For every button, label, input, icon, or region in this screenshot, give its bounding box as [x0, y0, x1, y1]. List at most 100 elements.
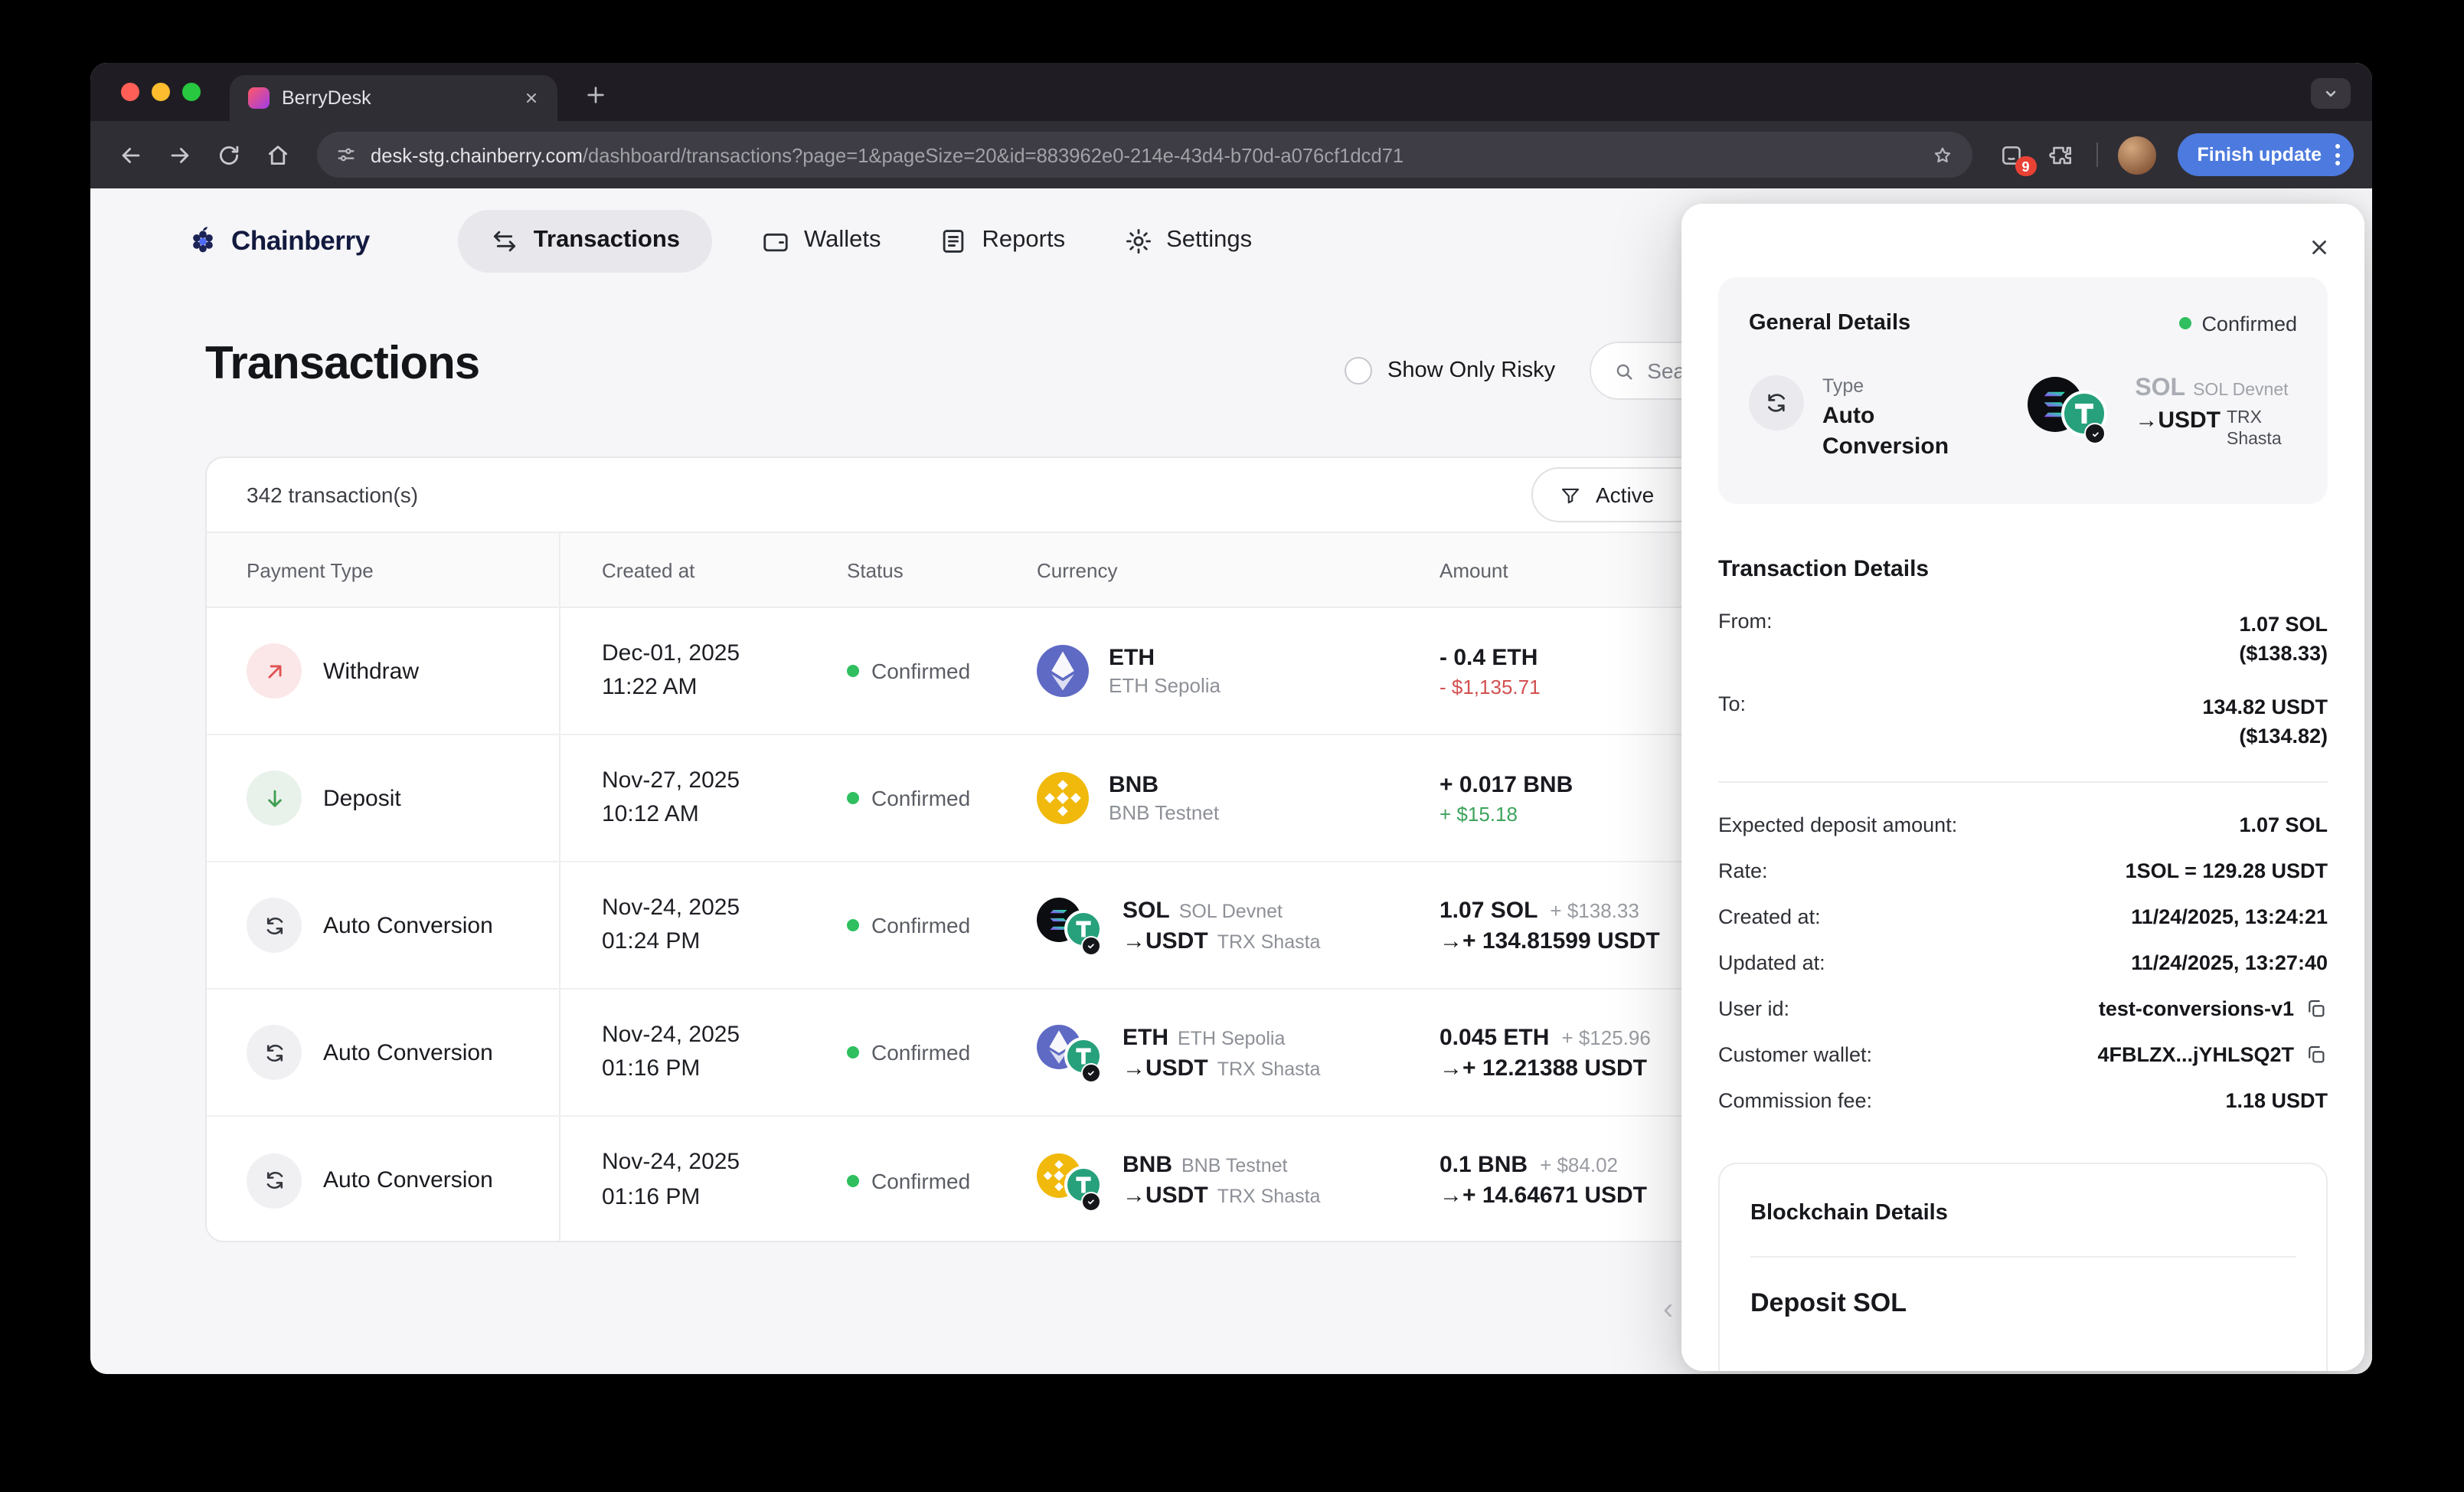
deposit-arrow-icon	[247, 771, 302, 826]
created-at-cell: Nov-24, 202501:16 PM	[560, 990, 806, 1115]
status-cell: Confirmed	[806, 862, 995, 988]
general-details-title: General Details	[1749, 311, 1910, 335]
copy-icon[interactable]	[2305, 997, 2328, 1020]
detail-row-user-id: User id: test-conversions-v1	[1718, 986, 2328, 1032]
tab-close-icon[interactable]	[518, 84, 545, 112]
currency-cell: BNBBNB Testnet →USDTTRX Shasta	[995, 1117, 1398, 1242]
site-settings-icon[interactable]	[335, 144, 357, 165]
currency-cell: ETHETH Sepolia →USDTTRX Shasta	[995, 990, 1398, 1115]
column-header: Currency	[995, 533, 1398, 607]
payment-type-cell: Deposit	[207, 735, 560, 861]
browser-tab[interactable]: BerryDesk	[230, 75, 557, 121]
network-shield-icon	[1081, 1191, 1101, 1211]
bnb-coin-icon	[1037, 772, 1089, 824]
detail-row: Updated at: 11/24/2025, 13:27:40	[1718, 940, 2328, 986]
network-shield-icon	[1081, 936, 1101, 956]
nav-label: Wallets	[804, 227, 881, 254]
address-bar[interactable]: desk-stg.chainberry.com/dashboard/transa…	[317, 132, 1972, 178]
new-tab-button[interactable]	[583, 83, 608, 115]
tab-favicon-icon	[248, 87, 270, 109]
payment-type-label: Deposit	[323, 785, 401, 811]
type-label: Type	[1822, 375, 1963, 397]
pagination-prev-button[interactable]: ‹	[1657, 1294, 1679, 1325]
status-cell: Confirmed	[806, 1117, 995, 1242]
conversion-pair: SOLSOL Devnet →USDTTRX Shasta	[2028, 375, 2297, 461]
minimize-window-button[interactable]	[152, 83, 170, 101]
back-button[interactable]	[109, 133, 152, 176]
detail-row: Expected deposit amount: 1.07 SOL	[1718, 802, 2328, 848]
fullscreen-window-button[interactable]	[182, 83, 201, 101]
forward-button[interactable]	[158, 133, 201, 176]
copy-icon[interactable]	[2305, 1043, 2328, 1066]
bookmark-star-icon[interactable]	[1931, 143, 1954, 166]
transaction-type: Type Auto Conversion	[1749, 375, 1963, 461]
payment-type-label: Withdraw	[323, 658, 419, 684]
page-content: Chainberry Transactions Wallets Reports	[90, 188, 2372, 1374]
extensions-puzzle-icon[interactable]	[2040, 133, 2083, 176]
blockchain-details-title: Blockchain Details	[1750, 1202, 2296, 1226]
transaction-details-title: Transaction Details	[1718, 556, 2328, 582]
currency-cell: SOLSOL Devnet →USDTTRX Shasta	[995, 862, 1398, 988]
browser-toolbar: desk-stg.chainberry.com/dashboard/transa…	[90, 121, 2372, 188]
transactions-icon	[491, 226, 520, 255]
risky-label: Show Only Risky	[1387, 358, 1555, 383]
divider	[1750, 1257, 2296, 1258]
status-cell: Confirmed	[806, 735, 995, 861]
divider	[1718, 782, 2328, 784]
created-at-cell: Nov-27, 202510:12 AM	[560, 735, 806, 861]
home-button[interactable]	[256, 133, 299, 176]
status-dot	[847, 1046, 859, 1058]
close-icon[interactable]	[2297, 225, 2340, 268]
conversion-swap-icon	[247, 1025, 302, 1080]
settings-gear-icon	[1123, 226, 1152, 255]
show-only-risky-toggle[interactable]: Show Only Risky	[1345, 357, 1555, 384]
wallet-icon	[761, 226, 790, 255]
search-icon	[1612, 359, 1635, 382]
reports-icon	[940, 226, 969, 255]
filter-funnel-icon	[1559, 483, 1582, 506]
transaction-details-section: Transaction Details From: 1.07 SOL($138.…	[1681, 556, 2364, 1124]
detail-row-from: From: 1.07 SOL($138.33)	[1718, 597, 2328, 680]
conversion-swap-icon	[247, 1153, 302, 1208]
currency-cell: BNBBNB Testnet	[995, 735, 1398, 861]
reload-button[interactable]	[207, 133, 250, 176]
tab-title: BerryDesk	[282, 87, 505, 109]
extension-badge: 9	[2015, 156, 2037, 176]
extension-button[interactable]: 9	[1991, 133, 2034, 176]
nav-item-wallets[interactable]: Wallets	[752, 209, 891, 272]
finish-update-button[interactable]: Finish update	[2178, 133, 2355, 176]
status-dot	[847, 919, 859, 931]
column-header: Status	[806, 533, 995, 607]
status-cell: Confirmed	[806, 608, 995, 734]
status-cell: Confirmed	[806, 990, 995, 1115]
payment-type-cell: Auto Conversion	[207, 1117, 560, 1242]
nav-label: Transactions	[534, 227, 680, 254]
berry-logo-icon	[185, 223, 221, 258]
nav-item-transactions[interactable]: Transactions	[459, 209, 712, 272]
payment-type-cell: Auto Conversion	[207, 990, 560, 1115]
brand-logo[interactable]: Chainberry	[185, 223, 370, 258]
nav-item-reports[interactable]: Reports	[930, 209, 1075, 272]
profile-avatar[interactable]	[2118, 136, 2156, 174]
tab-search-button[interactable]	[2311, 78, 2351, 109]
status-dot	[2178, 317, 2191, 329]
currency-pair-icon	[1037, 1023, 1107, 1081]
conversion-swap-icon	[247, 898, 302, 953]
nav-item-settings[interactable]: Settings	[1114, 209, 1261, 272]
detail-row: Created at: 11/24/2025, 13:24:21	[1718, 894, 2328, 940]
network-shield-icon	[1081, 1063, 1101, 1083]
network-shield-icon	[2084, 423, 2106, 444]
nav-label: Settings	[1166, 227, 1252, 254]
payment-type-cell: Withdraw	[207, 608, 560, 734]
close-window-button[interactable]	[121, 83, 139, 101]
browser-menu-icon[interactable]	[2335, 144, 2340, 165]
status-dot	[847, 665, 859, 677]
created-at-cell: Nov-24, 202501:16 PM	[560, 1117, 806, 1242]
currency-pair-icon	[2028, 375, 2116, 446]
risky-checkbox[interactable]	[1345, 357, 1372, 384]
status-badge: Confirmed	[2178, 312, 2297, 335]
blockchain-details-section: Blockchain Details Deposit SOL	[1718, 1163, 2328, 1372]
status-dot	[847, 1174, 859, 1186]
type-value: Auto Conversion	[1822, 401, 1963, 461]
currency-pair-icon	[1037, 1151, 1107, 1209]
